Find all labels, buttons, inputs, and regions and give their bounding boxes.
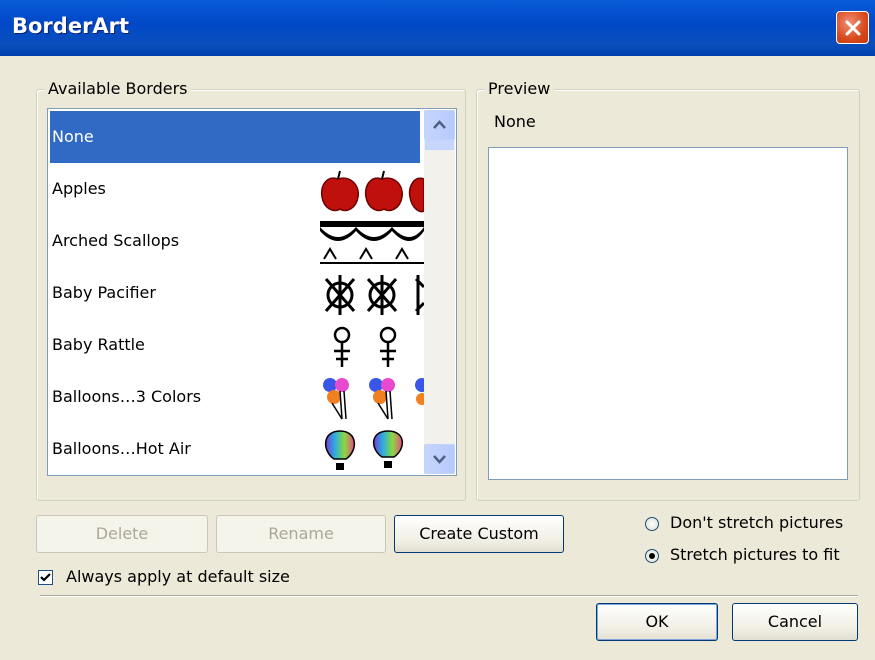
- list-item[interactable]: Arched Scallops: [50, 215, 424, 267]
- list-item[interactable]: Apples: [50, 163, 424, 215]
- rename-button[interactable]: Rename: [216, 515, 386, 553]
- chevron-up-icon: [433, 120, 446, 129]
- list-item-label: Apples: [52, 179, 106, 198]
- dont-stretch-radio[interactable]: [645, 517, 659, 531]
- balloons-hot-air-border-art: [325, 430, 403, 470]
- list-item-label: Balloons…Hot Air: [52, 439, 191, 458]
- delete-button-label: Delete: [95, 524, 149, 543]
- borders-listbox[interactable]: None Apples Arched Scallops Baby Pacifie…: [47, 108, 457, 476]
- scroll-up-button[interactable]: [424, 110, 455, 140]
- stretch-to-fit-radio[interactable]: [645, 549, 659, 563]
- cancel-button-label: Cancel: [767, 612, 823, 631]
- list-item[interactable]: Balloons…3 Colors: [50, 371, 424, 423]
- baby-pacifier-border-art: [324, 275, 424, 315]
- create-custom-button[interactable]: Create Custom: [394, 515, 564, 553]
- always-apply-checkbox[interactable]: [38, 570, 53, 585]
- borderart-dialog: BorderArt Available Borders None Apples: [0, 0, 875, 660]
- delete-button[interactable]: Delete: [36, 515, 208, 553]
- chevron-down-icon: [433, 455, 446, 464]
- close-icon: [845, 20, 861, 36]
- stretch-to-fit-label: Stretch pictures to fit: [670, 545, 840, 564]
- vertical-scrollbar[interactable]: [424, 110, 455, 474]
- ok-button-label: OK: [645, 612, 669, 631]
- list-item[interactable]: None: [50, 111, 420, 163]
- rename-button-label: Rename: [268, 524, 334, 543]
- available-borders-label: Available Borders: [44, 79, 192, 98]
- list-item-label: Baby Rattle: [52, 335, 145, 354]
- preview-border-name: None: [494, 112, 536, 131]
- preview-label: Preview: [484, 79, 555, 98]
- window-title: BorderArt: [12, 14, 130, 38]
- radio-selected-dot: [649, 553, 655, 559]
- list-item-label: Baby Pacifier: [52, 283, 156, 302]
- balloons-3-colors-border-art: [323, 378, 424, 420]
- scroll-down-button[interactable]: [424, 444, 455, 474]
- cancel-button[interactable]: Cancel: [732, 603, 858, 641]
- list-item[interactable]: Baby Pacifier: [50, 267, 424, 319]
- arched-scallops-border-art: [320, 221, 424, 264]
- baby-rattle-border-art: [333, 326, 397, 367]
- preview-box: [488, 147, 848, 480]
- list-item-label: Arched Scallops: [52, 231, 180, 250]
- dont-stretch-label: Don't stretch pictures: [670, 513, 844, 532]
- list-item-label: Balloons…3 Colors: [52, 387, 202, 406]
- list-item-label: None: [52, 127, 94, 146]
- separator: [40, 595, 858, 597]
- list-item[interactable]: Baby Rattle: [50, 319, 420, 371]
- checkmark-icon: [40, 573, 51, 582]
- title-bar[interactable]: BorderArt: [0, 0, 875, 56]
- apples-border-art: [320, 170, 424, 213]
- ok-button[interactable]: OK: [596, 603, 718, 641]
- always-apply-label: Always apply at default size: [66, 567, 290, 586]
- create-custom-button-label: Create Custom: [419, 524, 539, 543]
- close-button[interactable]: [836, 11, 869, 44]
- list-item[interactable]: Balloons…Hot Air: [50, 423, 420, 475]
- scroll-thumb[interactable]: [425, 140, 454, 150]
